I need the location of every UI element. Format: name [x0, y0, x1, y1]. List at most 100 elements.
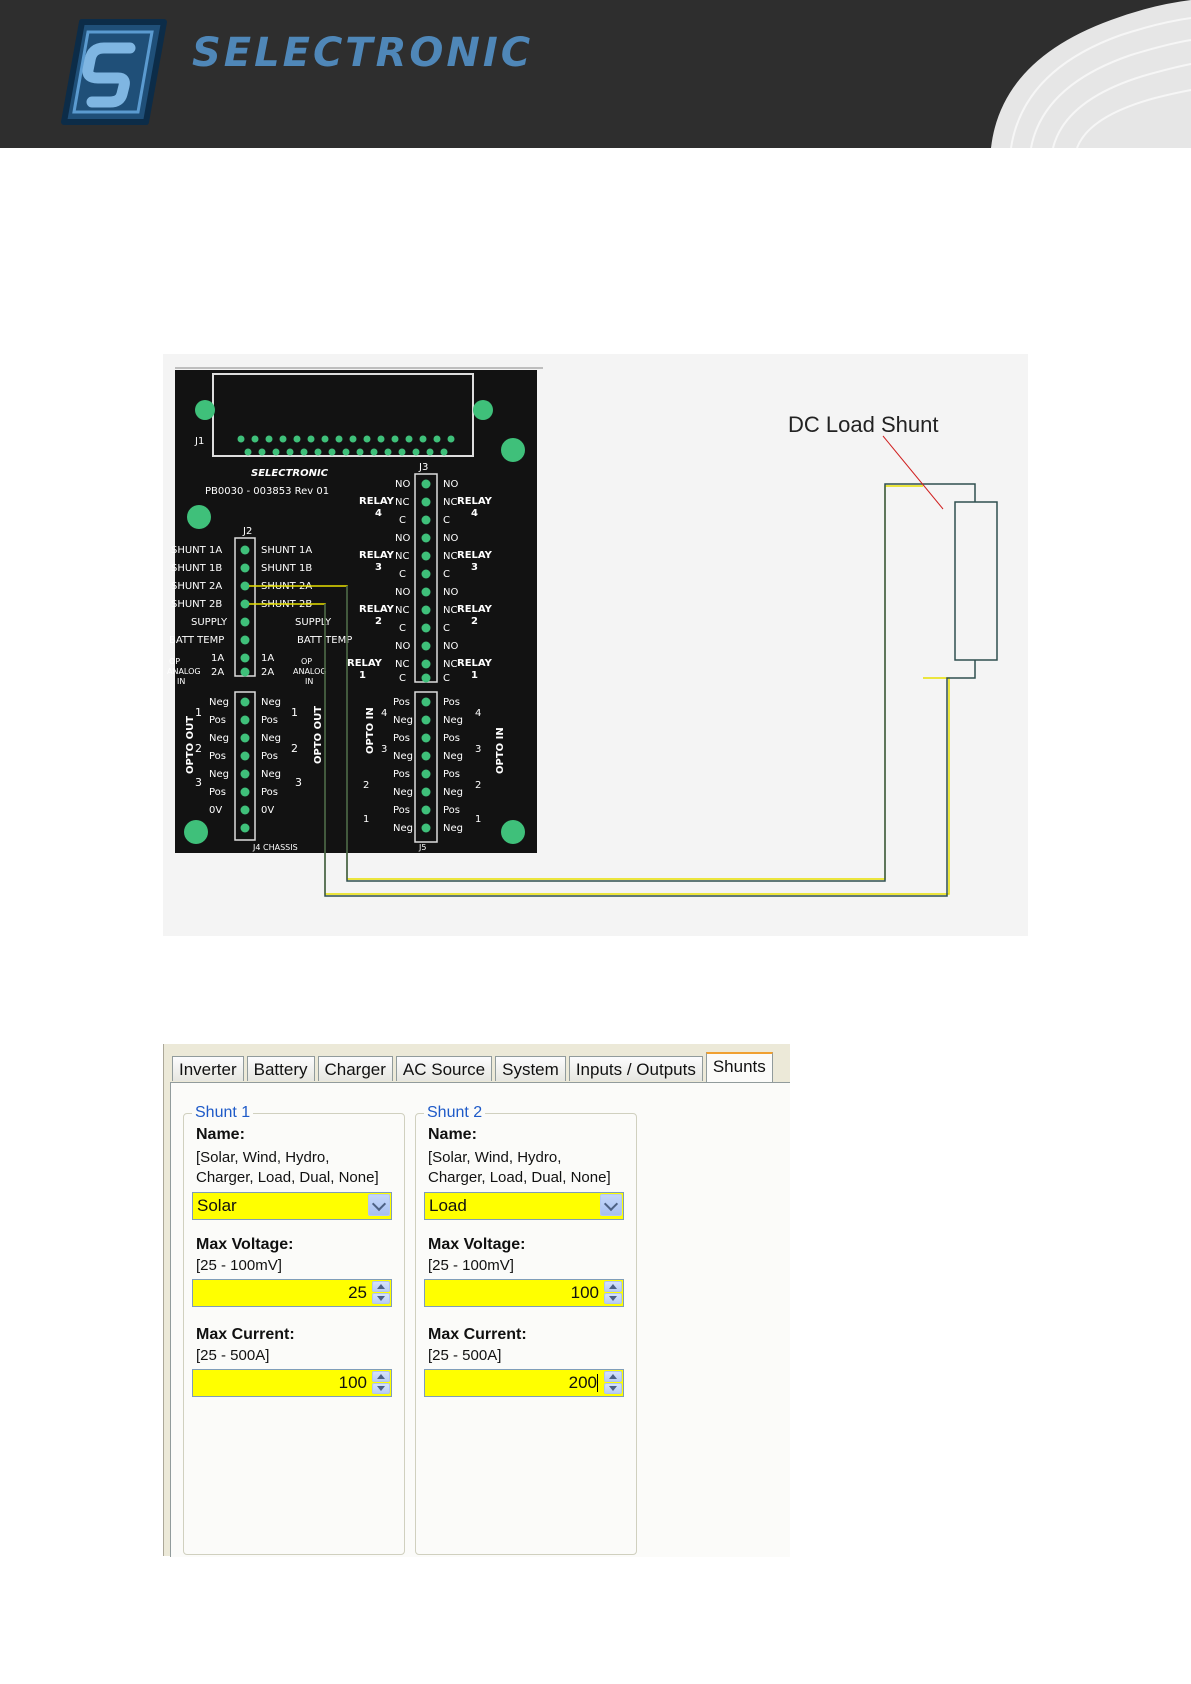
svg-text:4: 4 [381, 708, 387, 719]
svg-text:4: 4 [375, 508, 382, 519]
shunt-2-name-label: Name: [428, 1126, 477, 1143]
svg-text:Neg: Neg [443, 715, 463, 726]
svg-text:RELAY: RELAY [359, 550, 395, 561]
shunt-2-current-label: Max Current: [428, 1326, 527, 1343]
shunt-2-voltage-value: 100 [570, 1283, 599, 1302]
wiring-diagram: J1 SELECTRONIC PB0030 - 003853 Rev 01 J2… [163, 354, 1028, 936]
shunt-2-title: Shunt 2 [424, 1104, 486, 1122]
shunt-2-voltage-label: Max Voltage: [428, 1236, 526, 1253]
shunt-2-name-select[interactable]: Load [424, 1192, 624, 1220]
shunt-1-current-value: 100 [338, 1373, 367, 1392]
svg-text:1: 1 [291, 706, 298, 719]
shunt-1-voltage-stepper[interactable]: 25 [192, 1279, 392, 1307]
svg-text:Pos: Pos [393, 697, 410, 708]
svg-text:SUPPLY: SUPPLY [295, 617, 332, 628]
spin-down-icon[interactable] [604, 1293, 622, 1304]
svg-text:ANALOG: ANALOG [293, 667, 327, 676]
svg-text:J5: J5 [418, 843, 426, 852]
svg-text:SHUNT 1A: SHUNT 1A [171, 545, 222, 556]
svg-text:Neg: Neg [443, 787, 463, 798]
svg-text:NO: NO [395, 641, 410, 652]
svg-text:Neg: Neg [209, 733, 229, 744]
svg-text:2: 2 [375, 616, 382, 627]
svg-text:OP: OP [301, 657, 312, 666]
svg-text:NC: NC [395, 551, 409, 562]
svg-text:NO: NO [443, 587, 458, 598]
svg-text:RELAY: RELAY [457, 496, 493, 507]
shunt-1-current-stepper[interactable]: 100 [192, 1369, 392, 1397]
shunt-1-current-hint: [25 - 500A] [196, 1347, 270, 1364]
svg-text:OPTO OUT: OPTO OUT [313, 706, 324, 764]
shunts-tab-page: Shunt 1 Name: [Solar, Wind, Hydro, Charg… [170, 1082, 790, 1557]
svg-text:NC: NC [395, 497, 409, 508]
svg-text:C: C [399, 569, 406, 580]
svg-text:1: 1 [363, 814, 369, 825]
svg-text:1: 1 [471, 670, 478, 681]
svg-text:C: C [399, 673, 406, 684]
svg-text:Neg: Neg [261, 733, 281, 744]
svg-text:ANALOG: ANALOG [167, 667, 201, 676]
svg-text:3: 3 [471, 562, 478, 573]
svg-text:NC: NC [443, 659, 457, 670]
svg-text:SHUNT 1A: SHUNT 1A [261, 545, 312, 556]
svg-text:RELAY: RELAY [457, 550, 493, 561]
tab-shunts[interactable]: Shunts [705, 1052, 773, 1082]
svg-text:3: 3 [195, 776, 202, 789]
spin-up-icon[interactable] [372, 1371, 390, 1382]
svg-text:Neg: Neg [443, 823, 463, 834]
spin-down-icon[interactable] [372, 1293, 390, 1304]
svg-text:NO: NO [395, 587, 410, 598]
svg-text:1: 1 [359, 670, 366, 681]
svg-text:2: 2 [475, 780, 481, 791]
tab-ac-source[interactable]: AC Source [395, 1056, 493, 1081]
svg-text:Pos: Pos [209, 787, 226, 798]
svg-text:OPTO IN: OPTO IN [495, 727, 506, 774]
spin-up-icon[interactable] [604, 1281, 622, 1292]
pcb-brand: SELECTRONIC [251, 468, 329, 479]
svg-text:NC: NC [443, 551, 457, 562]
spin-down-icon[interactable] [604, 1383, 622, 1394]
svg-text:RELAY: RELAY [359, 604, 395, 615]
tab-battery[interactable]: Battery [246, 1056, 315, 1081]
tab-system[interactable]: System [495, 1056, 566, 1081]
spin-up-icon[interactable] [372, 1281, 390, 1292]
spin-up-icon[interactable] [604, 1371, 622, 1382]
svg-text:2: 2 [363, 780, 369, 791]
svg-text:Pos: Pos [261, 715, 278, 726]
svg-text:Pos: Pos [443, 697, 460, 708]
svg-text:Neg: Neg [393, 787, 413, 798]
spin-down-icon[interactable] [372, 1383, 390, 1394]
svg-text:OPTO OUT: OPTO OUT [185, 716, 196, 774]
svg-text:3: 3 [381, 744, 387, 755]
shunt-2-current-hint: [25 - 500A] [428, 1347, 502, 1364]
shunt-2-voltage-stepper[interactable]: 100 [424, 1279, 624, 1307]
tab-charger[interactable]: Charger [317, 1056, 393, 1081]
svg-text:C: C [399, 515, 406, 526]
header-swoosh-decoration [991, 0, 1191, 148]
dc-load-shunt-resistor [954, 501, 998, 661]
tab-inputs-outputs[interactable]: Inputs / Outputs [568, 1056, 703, 1081]
svg-text:Pos: Pos [209, 715, 226, 726]
svg-text:C: C [399, 623, 406, 634]
shunt-1-name-hint-line-2: Charger, Load, Dual, None] [196, 1169, 379, 1186]
svg-text:3: 3 [375, 562, 382, 573]
dc-load-shunt-label: DC Load Shunt [788, 412, 939, 437]
svg-text:J1: J1 [194, 436, 204, 447]
shunt-pointer-line [882, 435, 944, 510]
shunt-2-name-value: Load [429, 1196, 467, 1215]
svg-text:C: C [443, 569, 450, 580]
shunt-2-name-hint-line-1: [Solar, Wind, Hydro, [428, 1149, 562, 1166]
svg-text:Neg: Neg [393, 715, 413, 726]
shunt-2-current-stepper[interactable]: 200 [424, 1369, 624, 1397]
svg-text:2: 2 [291, 742, 298, 755]
shunt-1-voltage-value: 25 [348, 1283, 367, 1302]
shunt-1-name-select[interactable]: Solar [192, 1192, 392, 1220]
tab-inverter[interactable]: Inverter [172, 1056, 244, 1081]
svg-text:NO: NO [443, 533, 458, 544]
svg-text:Pos: Pos [261, 751, 278, 762]
shunt-1-current-label: Max Current: [196, 1326, 295, 1343]
chevron-down-icon[interactable] [368, 1194, 390, 1216]
svg-text:J3: J3 [418, 462, 428, 473]
svg-text:NC: NC [443, 497, 457, 508]
chevron-down-icon[interactable] [600, 1194, 622, 1216]
